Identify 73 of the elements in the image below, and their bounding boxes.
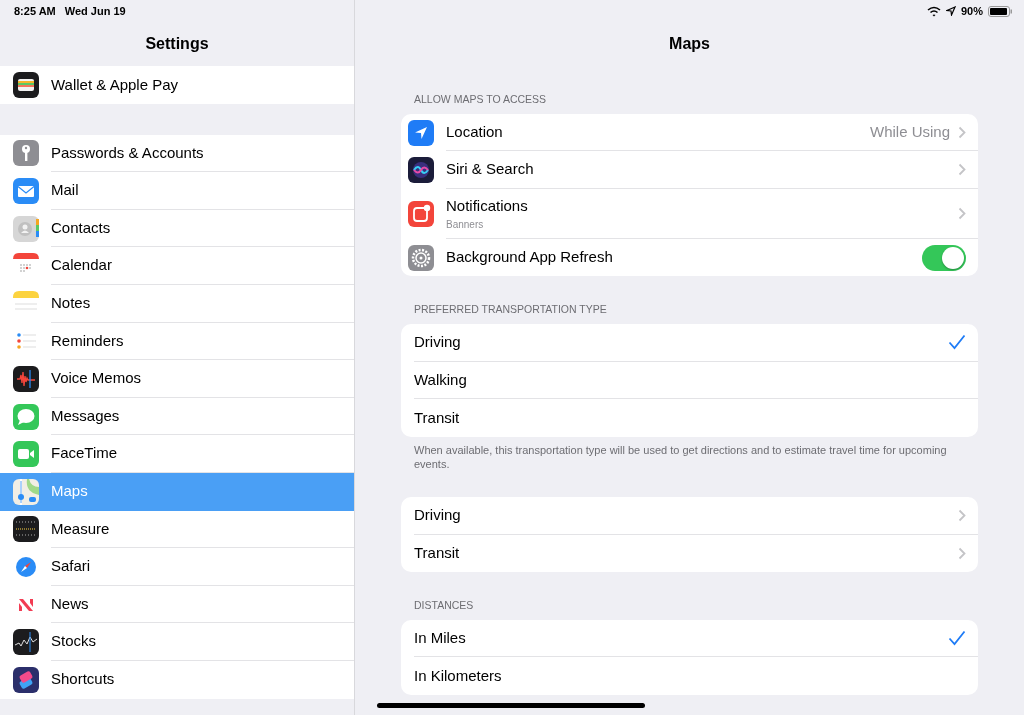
chevron-icon (958, 206, 966, 220)
row-label: Notifications (446, 195, 529, 216)
map-icon (13, 478, 39, 505)
section-header: PREFERRED TRANSPORTATION TYPE (414, 303, 607, 316)
settings-row[interactable]: Background App Refresh (401, 238, 978, 277)
settings-row[interactable]: Notifications Banners (401, 188, 978, 239)
settings-row[interactable]: In Kilometers (401, 657, 978, 695)
chevron-icon (958, 508, 966, 522)
notification-icon (408, 200, 434, 227)
sidebar-item[interactable]: Measure (0, 510, 354, 549)
settings-row[interactable]: In Miles (401, 619, 978, 658)
status-time: 8:25 AM (14, 3, 56, 19)
sidebar-item[interactable]: Contacts (0, 209, 354, 248)
page-title: Maps (669, 34, 710, 54)
sidebar-title: Settings (145, 34, 209, 54)
section-header: DISTANCES (414, 599, 474, 612)
sidebar-item[interactable]: Stocks (0, 623, 354, 661)
sidebar-item[interactable]: Messages (0, 397, 354, 436)
sidebar-item[interactable]: Wallet & Apple Pay (0, 66, 354, 104)
settings-row[interactable]: Siri & Search (401, 151, 978, 189)
battery-icon (988, 5, 1012, 17)
checkmark-icon (948, 334, 966, 351)
video-camera-icon (13, 441, 39, 468)
battery-percent: 90% (960, 3, 983, 19)
key-icon (13, 140, 39, 167)
sidebar-item[interactable]: Passwords & Accounts (0, 134, 354, 173)
settings-row[interactable]: Location While Using (401, 113, 978, 152)
checkmark-icon (948, 630, 966, 647)
wallet-icon (13, 71, 39, 98)
sidebar-item[interactable]: FaceTime (0, 435, 354, 473)
chevron-icon (958, 163, 966, 176)
siri-orb-icon (408, 157, 434, 183)
sidebar-item[interactable]: Shortcuts (0, 660, 354, 699)
row-label: Transit (414, 407, 461, 428)
waveform-icon (13, 365, 39, 392)
chevron-icon (958, 125, 966, 139)
person-icon (13, 215, 39, 242)
row-value: While Using (869, 121, 950, 142)
row-label: Location (446, 121, 504, 142)
status-date: Wed Jun 19 (64, 3, 126, 19)
sidebar-item[interactable]: Mail (0, 172, 354, 210)
sidebar-item[interactable]: Calendar (0, 247, 354, 285)
stock-chart-icon (13, 629, 39, 656)
row-label: Driving (414, 505, 462, 526)
row-label: Driving (414, 332, 462, 352)
section-header: ALLOW MAPS TO ACCESS (414, 93, 547, 105)
row-subtitle: Banners (446, 218, 485, 232)
wifi-icon (926, 5, 941, 17)
sidebar-item[interactable]: Voice Memos (0, 360, 354, 398)
sidebar-item[interactable]: News (0, 585, 354, 624)
chevron-icon (958, 546, 966, 560)
section-footer: When available, this transportation type will be used to get directions and to estimate travel time for upcoming events. (414, 443, 947, 470)
sidebar-item[interactable]: Notes (0, 284, 354, 323)
settings-row[interactable]: Walking (401, 361, 978, 399)
settings-row[interactable]: Driving (401, 497, 978, 535)
settings-row[interactable]: Transit (401, 399, 978, 437)
envelope-icon (13, 178, 39, 204)
settings-row[interactable]: Transit (401, 534, 978, 573)
sidebar-item[interactable]: Reminders (0, 322, 354, 361)
row-label: In Kilometers (414, 665, 503, 686)
location-arrow-icon (945, 6, 956, 16)
row-label: Walking (414, 369, 468, 390)
row-label: In Miles (414, 627, 467, 648)
row-label: Transit (414, 543, 461, 564)
ruler-icon (13, 516, 39, 543)
settings-row[interactable]: Driving (401, 324, 978, 362)
row-label: Background App Refresh (446, 247, 614, 268)
row-label: Siri & Search (446, 159, 535, 180)
speech-bubble-icon (13, 403, 39, 430)
toggle-switch[interactable] (922, 244, 966, 271)
sidebar-item[interactable]: Safari (0, 548, 354, 586)
gear-icon (408, 244, 434, 271)
layers-icon (13, 666, 39, 693)
